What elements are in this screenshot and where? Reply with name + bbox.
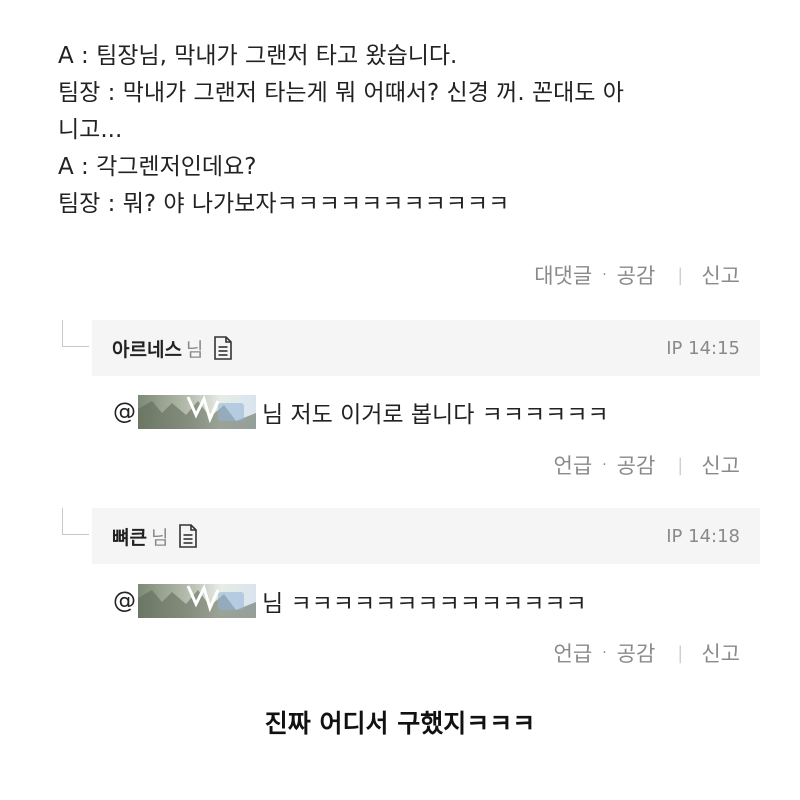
reply-message: 님 저도 이거로 봅니다 ㅋㅋㅋㅋㅋㅋ [262, 402, 609, 428]
reply-header: 뼈큰 님 IP 14:18 [92, 508, 760, 564]
comment-line: A : 각그렌저인데요? [58, 154, 257, 180]
comment-actions: 대댓글 · 공감 | 신고 [534, 260, 740, 290]
reply-ip-time: IP 14:18 [666, 525, 740, 547]
reply-arrow-icon [62, 508, 89, 535]
mention-button[interactable]: 언급 [554, 638, 593, 668]
divider: | [677, 642, 684, 664]
reply-message: 님 ㅋㅋㅋㅋㅋㅋㅋㅋㅋㅋㅋㅋㅋㅋ [262, 591, 587, 617]
reply-honorific: 님 [150, 526, 169, 549]
report-button[interactable]: 신고 [701, 638, 740, 668]
separator-dot: · [602, 267, 607, 283]
mention-button[interactable]: 언급 [554, 450, 593, 480]
avatar[interactable] [138, 395, 256, 429]
document-icon[interactable] [211, 335, 235, 361]
reply-actions: 언급 · 공감 | 신고 [554, 638, 740, 668]
separator-dot: · [602, 645, 607, 661]
reply-honorific: 님 [185, 338, 204, 361]
reply-button[interactable]: 대댓글 [534, 260, 592, 290]
comment-line: 니고... [58, 117, 123, 143]
like-button[interactable]: 공감 [617, 260, 656, 290]
comment-line: A : 팀장님, 막내가 그랜저 타고 왔습니다. [58, 43, 458, 69]
report-button[interactable]: 신고 [701, 450, 740, 480]
divider: | [677, 454, 684, 476]
reply-header: 아르네스 님 IP 14:15 [92, 320, 760, 376]
mention-at: @ [113, 399, 136, 425]
reply-text: @ 님 ㅋㅋㅋㅋㅋㅋㅋㅋㅋㅋㅋㅋㅋㅋ [113, 584, 587, 618]
document-icon[interactable] [176, 523, 200, 549]
reply-arrow-icon [62, 320, 89, 347]
like-button[interactable]: 공감 [617, 638, 656, 668]
reply-actions: 언급 · 공감 | 신고 [554, 450, 740, 480]
reply-nickname[interactable]: 뼈큰 [112, 523, 147, 550]
report-button[interactable]: 신고 [701, 260, 740, 290]
comment-text: A : 팀장님, 막내가 그랜저 타고 왔습니다. 팀장 : 막내가 그랜저 타… [58, 38, 758, 223]
reply-text: @ 님 저도 이거로 봅니다 ㅋㅋㅋㅋㅋㅋ [113, 395, 609, 429]
reply-nickname[interactable]: 아르네스 [112, 335, 182, 362]
mention-at: @ [113, 588, 136, 614]
reply-ip-time: IP 14:15 [666, 337, 740, 359]
divider: | [677, 264, 684, 286]
caption-text: 진짜 어디서 구했지ㅋㅋㅋ [264, 709, 536, 738]
like-button[interactable]: 공감 [617, 450, 656, 480]
comment-line: 팀장 : 뭐? 야 나가보자ㅋㅋㅋㅋㅋㅋㅋㅋㅋㅋㅋ [58, 191, 510, 217]
avatar[interactable] [138, 584, 256, 618]
comment-line: 팀장 : 막내가 그랜저 타는게 뭐 어때서? 신경 꺼. 꼰대도 아 [58, 80, 624, 106]
separator-dot: · [602, 457, 607, 473]
